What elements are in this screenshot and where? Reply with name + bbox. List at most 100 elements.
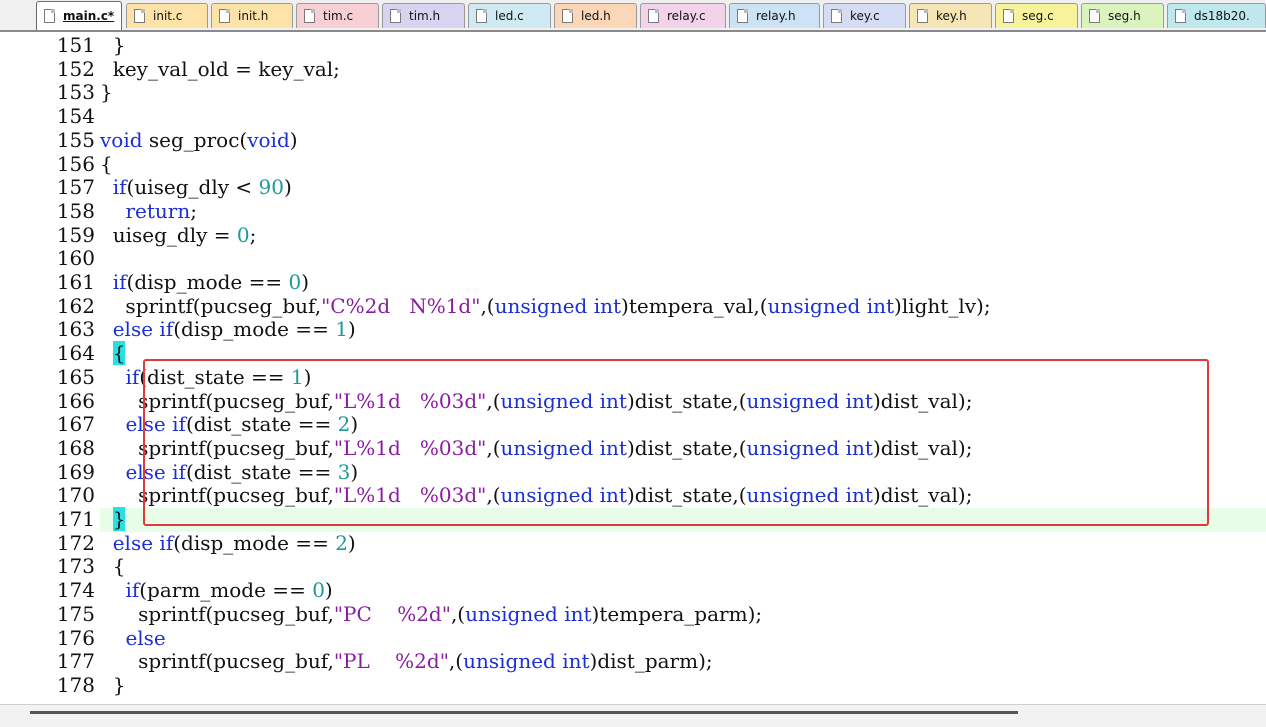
- code-text[interactable]: sprintf(pucseg_buf,"PC %2d",(unsigned in…: [100, 602, 762, 626]
- code-text[interactable]: sprintf(pucseg_buf,"L%1d %03d",(unsigned…: [100, 389, 972, 413]
- line-number: 167: [56, 412, 95, 437]
- tab-label: init.c: [153, 9, 183, 23]
- code-text[interactable]: {: [100, 555, 126, 578]
- code-editor[interactable]: 151 } 152 key_val_old = key_val; 153} 154 15…: [0, 32, 1266, 708]
- line-number: 165: [56, 364, 95, 389]
- code-text[interactable]: {: [100, 341, 126, 366]
- line-number: 152: [56, 56, 95, 81]
- file-icon: [1089, 9, 1100, 23]
- tab-seg-c[interactable]: seg.c: [995, 3, 1078, 28]
- code-text[interactable]: return;: [100, 199, 197, 223]
- line-number: 158: [56, 198, 95, 223]
- code-line[interactable]: 176 else: [0, 626, 1266, 651]
- tab-label: key.c: [850, 9, 880, 23]
- code-text[interactable]: if(dist_state == 1): [100, 365, 311, 389]
- line-number: 172: [56, 530, 95, 555]
- line-number: 178: [56, 672, 95, 697]
- code-text[interactable]: else if(disp_mode == 2): [100, 531, 356, 555]
- code-line[interactable]: 167 else if(dist_state == 2): [0, 413, 1266, 437]
- file-icon: [1003, 9, 1014, 23]
- tab-init-c[interactable]: init.c: [126, 3, 208, 28]
- code-line[interactable]: 156{: [0, 151, 1266, 177]
- code-line[interactable]: 161 if(disp_mode == 0): [0, 271, 1266, 295]
- code-text[interactable]: }: [100, 673, 126, 697]
- code-line[interactable]: 169 else if(dist_state == 3): [0, 460, 1266, 485]
- line-number: 170: [56, 483, 95, 508]
- code-text[interactable]: }: [100, 507, 126, 531]
- code-line[interactable]: 160: [0, 247, 1266, 271]
- code-text[interactable]: else if(dist_state == 3): [100, 460, 358, 484]
- code-text[interactable]: }: [100, 34, 126, 57]
- line-number: 174: [56, 578, 95, 603]
- code-line[interactable]: 151 }: [0, 34, 1266, 58]
- code-line[interactable]: 158 return;: [0, 198, 1266, 224]
- line-number: 171: [56, 507, 95, 531]
- horizontal-scrollbar[interactable]: [0, 704, 1266, 727]
- scrollbar-thumb[interactable]: [30, 711, 1018, 714]
- code-line[interactable]: 170 sprintf(pucseg_buf,"L%1d %03d",(unsi…: [0, 484, 1266, 508]
- code-line[interactable]: 159 uiseg_dly = 0;: [0, 222, 1266, 248]
- code-line[interactable]: 175 sprintf(pucseg_buf,"PC %2d",(unsigne…: [0, 601, 1266, 627]
- tab-led-c[interactable]: led.c: [468, 3, 551, 28]
- line-number: 168: [56, 435, 95, 460]
- tab-tim-c[interactable]: tim.c: [296, 3, 379, 28]
- code-line[interactable]: 153}: [0, 81, 1266, 105]
- tab-key-c[interactable]: key.c: [823, 3, 906, 28]
- code-text[interactable]: sprintf(pucseg_buf,"L%1d %03d",(unsigned…: [100, 436, 972, 460]
- code-text[interactable]: sprintf(pucseg_buf,"L%1d %03d",(unsigned…: [100, 484, 972, 507]
- code-line[interactable]: 157 if(uiseg_dly < 90): [0, 176, 1266, 200]
- code-text[interactable]: void seg_proc(void): [100, 128, 298, 152]
- tab-ds18b20[interactable]: ds18b20.: [1167, 3, 1266, 28]
- code-text[interactable]: key_val_old = key_val;: [100, 57, 340, 81]
- code-line[interactable]: 178 }: [0, 672, 1266, 698]
- code-text[interactable]: uiseg_dly = 0;: [100, 223, 257, 247]
- code-line[interactable]: 174 if(parm_mode == 0): [0, 579, 1266, 603]
- code-line[interactable]: 168 sprintf(pucseg_buf,"L%1d %03d",(unsi…: [0, 435, 1266, 461]
- code-line[interactable]: 154: [0, 105, 1266, 129]
- line-number: 156: [56, 151, 95, 176]
- tab-key-h[interactable]: key.h: [909, 3, 992, 28]
- code-text[interactable]: else if(disp_mode == 1): [100, 318, 356, 341]
- tab-label: main.c*: [63, 9, 115, 23]
- line-number: 175: [56, 601, 95, 626]
- tab-label: led.c: [495, 9, 524, 23]
- file-icon: [831, 9, 842, 23]
- line-number: 177: [56, 649, 95, 674]
- code-text[interactable]: sprintf(pucseg_buf,"PL %2d",(unsigned in…: [100, 650, 713, 673]
- code-line[interactable]: 162 sprintf(pucseg_buf,"C%2d N%1d",(unsi…: [0, 294, 1266, 319]
- code-line[interactable]: 171 }: [57, 507, 1266, 532]
- line-number: 151: [56, 33, 95, 57]
- tab-tim-h[interactable]: tim.h: [382, 3, 465, 28]
- tab-relay-c[interactable]: relay.c: [640, 3, 726, 28]
- tab-label: seg.h: [1108, 9, 1141, 23]
- code-text[interactable]: }: [100, 81, 113, 104]
- code-text[interactable]: if(uiseg_dly < 90): [100, 176, 292, 199]
- tab-seg-h[interactable]: seg.h: [1081, 3, 1164, 28]
- code-text[interactable]: if(disp_mode == 0): [100, 271, 309, 294]
- tab-led-h[interactable]: led.h: [554, 3, 637, 28]
- code-line[interactable]: 172 else if(disp_mode == 2): [0, 530, 1266, 556]
- code-line[interactable]: 173 {: [0, 555, 1266, 579]
- code-text[interactable]: else: [100, 626, 165, 650]
- code-line[interactable]: 164 {: [0, 341, 1266, 366]
- file-tab-bar: main.c* init.c init.h tim.c tim.h led.c led.h r…: [0, 0, 1266, 32]
- code-text[interactable]: {: [100, 152, 113, 176]
- code-line[interactable]: 166 sprintf(pucseg_buf,"L%1d %03d",(unsi…: [0, 389, 1266, 414]
- code-text[interactable]: sprintf(pucseg_buf,"C%2d N%1d",(unsigned…: [100, 294, 990, 318]
- tab-main-c[interactable]: main.c*: [36, 1, 122, 30]
- line-number: 159: [56, 222, 95, 247]
- tab-label: tim.h: [409, 9, 441, 23]
- code-line[interactable]: 163 else if(disp_mode == 1): [0, 318, 1266, 342]
- code-line[interactable]: 165 if(dist_state == 1): [0, 364, 1266, 390]
- code-text[interactable]: if(parm_mode == 0): [100, 579, 332, 602]
- file-icon: [134, 9, 145, 23]
- file-icon: [219, 9, 230, 23]
- tab-init-h[interactable]: init.h: [211, 3, 293, 28]
- file-icon: [562, 9, 573, 23]
- code-line[interactable]: 152 key_val_old = key_val;: [0, 56, 1266, 82]
- tab-relay-h[interactable]: relay.h: [729, 3, 820, 28]
- code-line[interactable]: 155 void seg_proc(void): [0, 128, 1266, 153]
- line-number: 160: [56, 246, 95, 271]
- code-text[interactable]: else if(dist_state == 2): [100, 413, 358, 436]
- code-line[interactable]: 177 sprintf(pucseg_buf,"PL %2d",(unsigne…: [0, 650, 1266, 674]
